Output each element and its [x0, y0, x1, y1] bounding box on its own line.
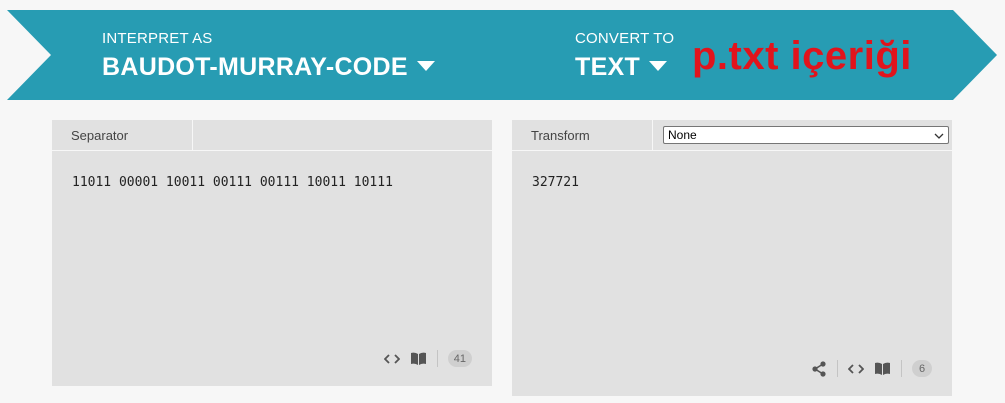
- book-icon[interactable]: [874, 362, 891, 376]
- convert-to-value: TEXT: [575, 53, 641, 81]
- overlay-annotation-text: p.txt içeriği: [692, 34, 912, 78]
- char-count-badge: 41: [447, 350, 472, 367]
- interpret-as-group: INTERPRET AS BAUDOT-MURRAY-CODE: [102, 30, 435, 82]
- output-panel-header: Transform None: [512, 120, 952, 151]
- convert-to-label: CONVERT TO: [575, 30, 675, 47]
- input-panel: Separator 11011 00001 10011 00111 00111 …: [52, 120, 492, 386]
- transform-label: Transform: [531, 127, 590, 143]
- output-textarea[interactable]: 327721: [512, 151, 952, 190]
- share-icon[interactable]: [811, 360, 827, 377]
- convert-to-dropdown[interactable]: TEXT: [575, 53, 674, 82]
- conversion-banner: INTERPRET AS BAUDOT-MURRAY-CODE CONVERT …: [0, 0, 1005, 110]
- chevron-down-icon: [934, 128, 944, 142]
- transform-selected-value: None: [668, 128, 697, 142]
- code-icon[interactable]: [383, 353, 400, 365]
- separator-label: Separator: [71, 127, 129, 143]
- book-icon[interactable]: [410, 352, 427, 366]
- transform-cell: None: [653, 120, 952, 150]
- input-panel-footer: 41: [383, 350, 472, 367]
- input-panel-header: Separator: [52, 120, 492, 151]
- convert-to-group: CONVERT TO TEXT: [575, 30, 674, 82]
- caret-down-icon: [416, 59, 435, 77]
- interpret-as-dropdown[interactable]: BAUDOT-MURRAY-CODE: [102, 53, 435, 82]
- separator-input[interactable]: [193, 120, 492, 150]
- input-textarea[interactable]: 11011 00001 10011 00111 00111 10011 1011…: [52, 151, 492, 190]
- code-icon[interactable]: [848, 363, 864, 375]
- caret-down-icon: [649, 59, 668, 77]
- output-panel: Transform None 327721 6: [512, 120, 952, 396]
- interpret-as-label: INTERPRET AS: [102, 30, 213, 47]
- interpret-as-value: BAUDOT-MURRAY-CODE: [102, 53, 408, 81]
- char-count-badge: 6: [912, 360, 932, 377]
- output-panel-footer: 6: [811, 360, 932, 377]
- transform-select[interactable]: None: [663, 126, 949, 144]
